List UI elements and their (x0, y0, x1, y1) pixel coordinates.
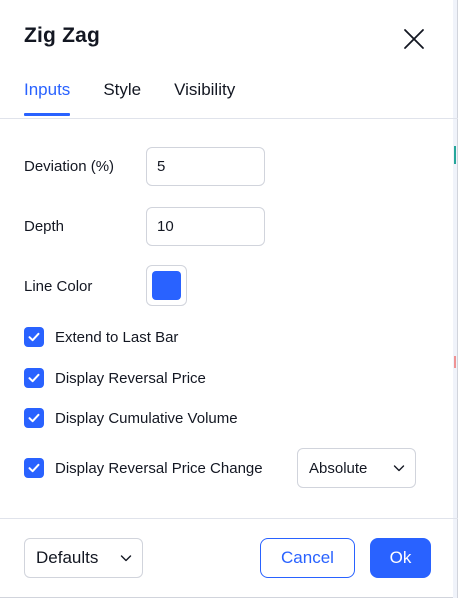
ok-button[interactable]: Ok (370, 538, 431, 578)
defaults-label: Defaults (36, 548, 99, 567)
checkmark-icon (28, 332, 40, 342)
chart-edge-mark-red (454, 356, 456, 368)
display-reversal-price-label: Display Reversal Price (55, 369, 206, 387)
depth-input[interactable] (146, 207, 265, 246)
deviation-input[interactable] (146, 147, 265, 186)
tab-style[interactable]: Style (103, 78, 141, 118)
deviation-label: Deviation (%) (24, 158, 115, 175)
extend-to-last-bar-checkbox[interactable] (24, 327, 44, 347)
display-cumulative-volume-label: Display Cumulative Volume (55, 409, 238, 427)
zig-zag-settings-dialog: Zig Zag Inputs Style Visibility Deviatio… (0, 0, 458, 598)
checkmark-icon (28, 463, 40, 473)
cancel-button[interactable]: Cancel (260, 538, 355, 578)
checkmark-icon (28, 413, 40, 423)
line-color-label: Line Color (24, 278, 93, 295)
tab-inputs[interactable]: Inputs (24, 78, 71, 118)
chart-edge-mark-green (454, 146, 456, 164)
extend-to-last-bar-option[interactable]: Extend to Last Bar (24, 326, 178, 348)
chevron-down-icon (393, 465, 405, 472)
footer-divider (0, 518, 458, 519)
line-color-fill (152, 271, 181, 300)
header-divider (0, 118, 458, 119)
display-reversal-price-checkbox[interactable] (24, 368, 44, 388)
close-icon (404, 29, 424, 49)
close-button[interactable] (400, 25, 428, 53)
extend-to-last-bar-label: Extend to Last Bar (55, 328, 179, 346)
display-reversal-price-change-label: Display Reversal Price Change (55, 459, 263, 477)
display-reversal-price-change-checkbox[interactable] (24, 458, 44, 478)
tab-visibility[interactable]: Visibility (174, 78, 235, 118)
defaults-dropdown[interactable]: Defaults (24, 538, 143, 578)
reversal-change-mode-select[interactable]: Absolute (297, 448, 416, 488)
display-cumulative-volume-option[interactable]: Display Cumulative Volume (24, 407, 238, 429)
tab-bar: Inputs Style Visibility (24, 78, 268, 118)
reversal-change-mode-value: Absolute (309, 459, 368, 477)
display-reversal-price-change-option[interactable]: Display Reversal Price Change (24, 457, 263, 479)
depth-label: Depth (24, 218, 65, 235)
chevron-down-icon (120, 555, 132, 562)
chart-edge-strip (453, 0, 457, 598)
display-cumulative-volume-checkbox[interactable] (24, 408, 44, 428)
checkmark-icon (28, 373, 40, 383)
display-reversal-price-option[interactable]: Display Reversal Price (24, 367, 206, 389)
line-color-swatch[interactable] (146, 265, 187, 306)
dialog-title: Zig Zag (24, 24, 101, 47)
